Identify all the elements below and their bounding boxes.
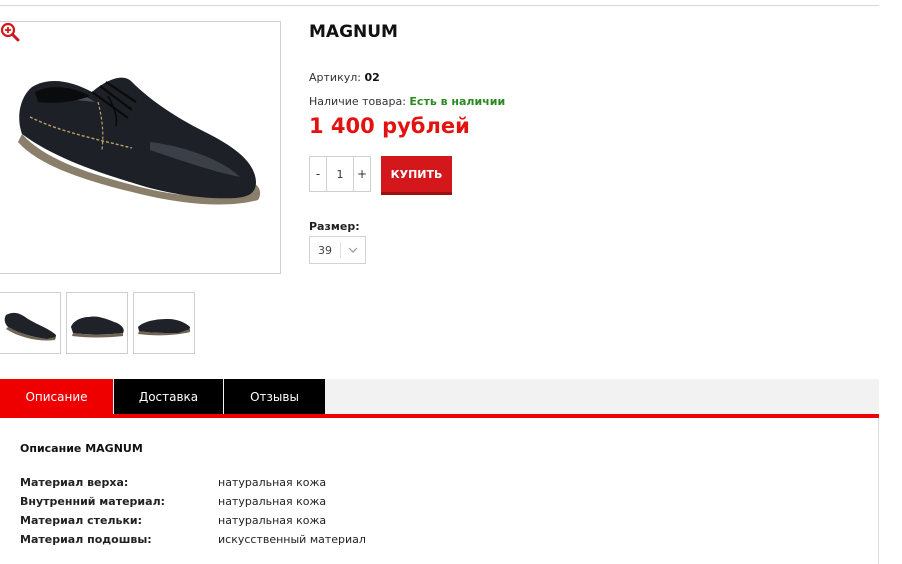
size-label: Размер: bbox=[309, 220, 360, 233]
tab-delivery[interactable]: Доставка bbox=[114, 379, 223, 414]
shoe-thumbnail-image bbox=[138, 319, 190, 336]
shoe-thumbnail-image bbox=[71, 316, 124, 338]
size-select[interactable]: 39 bbox=[309, 236, 366, 264]
quantity-increase-button[interactable]: + bbox=[354, 157, 370, 191]
zoom-in-icon[interactable] bbox=[0, 22, 20, 42]
shoe-thumbnail-image bbox=[4, 312, 57, 341]
description-title: Описание MAGNUM bbox=[20, 442, 143, 455]
quantity-input[interactable]: 1 bbox=[326, 157, 354, 191]
spec-key: Материал подошвы: bbox=[20, 533, 152, 546]
product-price: 1 400 рублей bbox=[309, 114, 470, 138]
chevron-down-icon bbox=[341, 247, 365, 253]
sku-value: 02 bbox=[364, 71, 380, 84]
sku-line: Артикул: 02 bbox=[309, 71, 380, 84]
stock-status: Есть в наличии bbox=[409, 95, 506, 108]
spec-key: Материал стельки: bbox=[20, 514, 143, 527]
spec-key: Материал верха: bbox=[20, 476, 129, 489]
size-select-value: 39 bbox=[318, 243, 332, 257]
top-divider bbox=[0, 5, 879, 6]
product-title: MAGNUM bbox=[309, 22, 398, 42]
product-main-image[interactable] bbox=[0, 21, 281, 274]
quantity-decrease-button[interactable]: - bbox=[310, 157, 326, 191]
tab-bar: Описание Доставка Отзывы bbox=[0, 379, 879, 414]
sku-label: Артикул: bbox=[309, 71, 361, 84]
stock-label: Наличие товара: bbox=[309, 95, 406, 108]
thumbnail-1[interactable] bbox=[0, 292, 61, 354]
tab-reviews[interactable]: Отзывы bbox=[224, 379, 325, 414]
spec-value: натуральная кожа bbox=[218, 495, 327, 508]
buy-button[interactable]: КУПИТЬ bbox=[381, 156, 452, 192]
shoe-image bbox=[18, 77, 261, 205]
stock-line: Наличие товара: Есть в наличии bbox=[309, 95, 505, 108]
spec-key: Внутренний материал: bbox=[20, 495, 166, 508]
spec-value: натуральная кожа bbox=[218, 476, 327, 489]
thumbnail-2[interactable] bbox=[66, 292, 128, 354]
thumbnail-3[interactable] bbox=[133, 292, 195, 354]
tab-description[interactable]: Описание bbox=[0, 379, 113, 414]
spec-value: искусственный материал bbox=[218, 533, 366, 546]
quantity-stepper: - 1 + bbox=[309, 156, 371, 192]
spec-value: натуральная кожа bbox=[218, 514, 327, 527]
